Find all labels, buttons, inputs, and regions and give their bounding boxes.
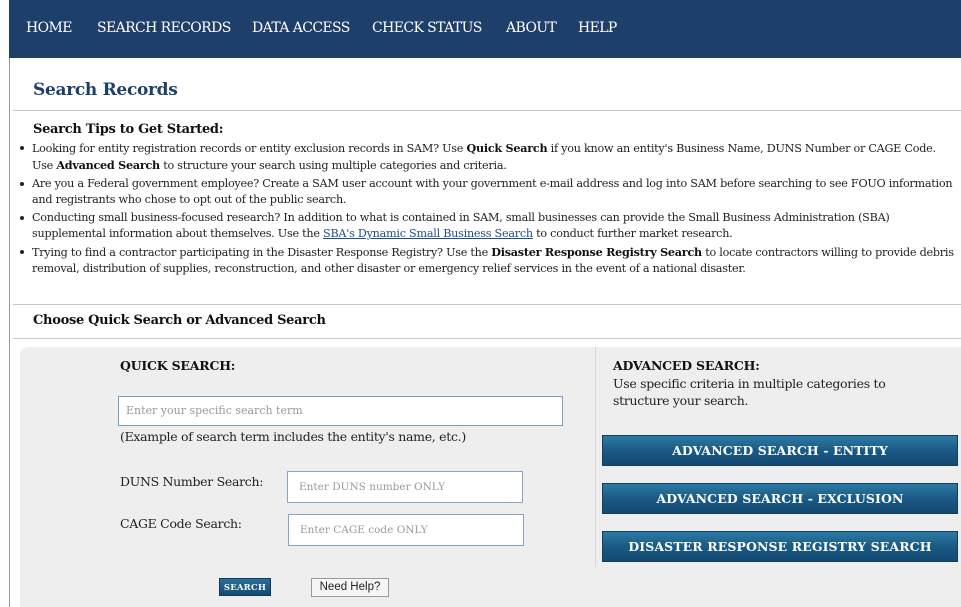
- tip-item: Looking for entity registration records …: [20, 140, 955, 174]
- quick-search-example: (Example of search term includes the ent…: [120, 429, 466, 444]
- tip-emphasis: Disaster Response Registry Search: [491, 245, 702, 259]
- duns-label: DUNS Number Search:: [120, 474, 264, 489]
- duns-input[interactable]: Enter DUNS number ONLY: [287, 471, 523, 503]
- quick-search-heading: QUICK SEARCH:: [120, 358, 236, 373]
- tip-text: Are you a Federal government employee? C…: [32, 177, 953, 206]
- nav-about[interactable]: ABOUT: [506, 20, 557, 38]
- tip-item: Trying to find a contractor participatin…: [20, 244, 955, 277]
- page-frame-border: [9, 58, 10, 607]
- cage-label: CAGE Code Search:: [120, 516, 242, 531]
- advanced-search-entity-button[interactable]: ADVANCED SEARCH - ENTITY: [602, 435, 958, 466]
- disaster-response-registry-button[interactable]: DISASTER RESPONSE REGISTRY SEARCH: [602, 531, 958, 562]
- tip-text: to structure your search using multiple …: [159, 159, 507, 172]
- nav-home[interactable]: HOME: [26, 20, 72, 38]
- nav-search-records[interactable]: SEARCH RECORDS: [97, 20, 231, 38]
- top-navigation: HOME SEARCH RECORDS DATA ACCESS CHECK ST…: [9, 0, 961, 58]
- nav-data-access[interactable]: DATA ACCESS: [252, 20, 350, 38]
- advanced-search-description: Use specific criteria in multiple catego…: [613, 376, 886, 408]
- divider: [13, 304, 961, 305]
- tip-item: Conducting small business-focused resear…: [20, 210, 955, 242]
- nav-help[interactable]: HELP: [578, 20, 617, 38]
- tip-item: Are you a Federal government employee? C…: [20, 176, 955, 208]
- page-title: Search Records: [33, 80, 178, 100]
- tips-heading: Search Tips to Get Started:: [33, 122, 224, 137]
- need-help-button[interactable]: Need Help?: [311, 578, 389, 597]
- quick-search-input[interactable]: Enter your specific search term: [118, 396, 563, 426]
- tip-text: Looking for entity registration records …: [32, 142, 467, 155]
- cage-input[interactable]: Enter CAGE code ONLY: [288, 514, 524, 546]
- advanced-search-heading: ADVANCED SEARCH:: [613, 358, 760, 373]
- tip-text: Trying to find a contractor participatin…: [32, 246, 492, 259]
- tip-emphasis: Advanced Search: [56, 158, 160, 172]
- advanced-search-exclusion-button[interactable]: ADVANCED SEARCH - EXCLUSION: [602, 483, 958, 514]
- divider: [13, 338, 961, 339]
- nav-check-status[interactable]: CHECK STATUS: [372, 20, 482, 38]
- search-button[interactable]: SEARCH: [219, 578, 271, 596]
- divider: [13, 110, 961, 111]
- choose-search-heading: Choose Quick Search or Advanced Search: [33, 313, 326, 328]
- tips-list: Looking for entity registration records …: [20, 140, 955, 279]
- sba-dynamic-search-link[interactable]: SBA's Dynamic Small Business Search: [323, 227, 533, 240]
- tip-text: to conduct further market research.: [532, 227, 733, 240]
- tip-emphasis: Quick Search: [466, 141, 548, 155]
